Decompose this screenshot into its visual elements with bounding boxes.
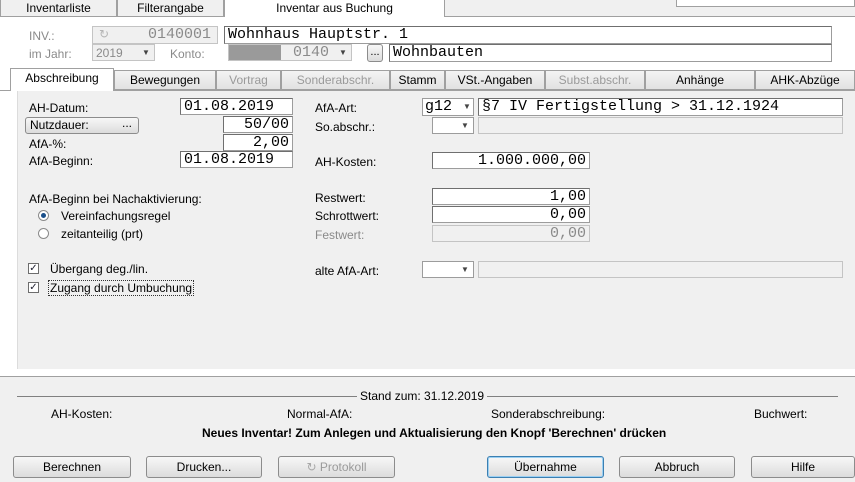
ah-datum-field[interactable]: 01.08.2019 [180,98,293,115]
chevron-down-icon: ▼ [461,121,469,130]
protokoll-label: Protokoll [319,460,367,474]
radio-zeitanteilig-label: zeitanteilig (prt) [61,227,144,241]
tab-filterangabe[interactable]: Filterangabe [117,0,224,17]
konto-select[interactable]: 0140 ▼ [228,44,352,61]
konto-name: Wohnbauten [393,44,484,61]
nachaktivierung-label: AfA-Beginn bei Nachaktivierung: [29,192,202,206]
chevron-down-icon: ▼ [461,265,469,274]
year-label: im Jahr: [29,47,72,61]
festwert-field: 0,00 [432,225,590,242]
summary-buchwert-label: Buchwert: [754,407,808,421]
berechnen-button[interactable]: Berechnen [13,456,131,478]
year-select[interactable]: 2019 ▼ [92,44,155,61]
year-value: 2019 [96,46,123,60]
so-abschr-select[interactable]: ▼ [432,117,474,134]
checkmark-icon: ✓ [29,263,38,274]
afa-beginn-field[interactable]: 01.08.2019 [180,151,293,168]
stand-label: Stand zum: 31.12.2019 [357,389,488,403]
schrottwert-label: Schrottwert: [315,209,380,223]
nutzdauer: 50/00 [243,116,289,133]
chevron-down-icon: ▼ [463,102,471,111]
festwert: 0,00 [549,225,586,242]
refresh-icon: ↻ [99,27,110,41]
konto-color-bar [229,45,281,60]
afa-pct: 2,00 [252,134,289,151]
checkbox-uebergang[interactable]: ✓ [28,263,39,274]
afa-beginn-label: AfA-Beginn: [29,154,94,168]
nutzdauer-button-dots: ... [121,116,132,130]
chevron-down-icon: ▼ [339,48,347,57]
tab-ahk-abzuege[interactable]: AHK-Abzüge [755,70,855,90]
restwert-label: Restwert: [315,191,366,205]
ah-datum-label: AH-Datum: [29,101,89,115]
afa-art-label: AfA-Art: [315,101,358,115]
tab-abschreibung[interactable]: Abschreibung [10,68,114,91]
afa-art-value: g12 [425,98,453,115]
konto-label: Konto: [170,47,205,61]
tab-bewegungen[interactable]: Bewegungen [114,70,216,90]
checkbox-uebergang-label: Übergang deg./lin. [50,262,149,276]
inv-label: INV.: [29,29,55,43]
inv-number: 0140001 [147,26,211,43]
ah-datum: 01.08.2019 [184,98,275,115]
summary-normal-afa-label: Normal-AfA: [287,407,353,421]
inv-number-field: ↻ 0140001 [92,26,218,44]
restwert-field[interactable]: 1,00 [432,188,590,205]
tab-stamm[interactable]: Stamm [390,70,445,90]
abbruch-button[interactable]: Abbruch [619,456,735,478]
afa-art-select[interactable]: g12 ▼ [422,98,474,116]
radio-vereinfachungsregel-label: Vereinfachungsregel [61,209,171,223]
radio-vereinfachungsregel[interactable] [38,210,49,221]
afa-art-desc: §7 IV Fertigstellung > 31.12.1924 [482,98,780,115]
alte-afa-art-desc-field [478,261,843,278]
tab-anhaenge[interactable]: Anhänge [645,70,755,90]
status-message: Neues Inventar! Zum Anlegen und Aktualis… [202,426,667,440]
alte-afa-art-label: alte AfA-Art: [315,264,380,278]
radio-zeitanteilig[interactable] [38,228,49,239]
konto-browse-button[interactable]: ... [367,44,383,62]
afa-beginn: 01.08.2019 [184,151,275,168]
hilfe-button[interactable]: Hilfe [751,456,855,478]
uebernahme-button[interactable]: Übernahme [487,456,604,478]
inv-name-field[interactable]: Wohnhaus Hauptstr. 1 [224,26,832,44]
checkmark-icon: ✓ [29,282,38,293]
konto-value: 0140 [293,44,330,61]
so-abschr-desc-field [478,117,843,134]
ah-kosten-field[interactable]: 1.000.000,00 [432,152,590,169]
protokoll-button[interactable]: ↻ Protokoll [278,456,395,478]
refresh-icon: ↻ [306,460,317,474]
afa-pct-label: AfA-%: [29,137,67,151]
ah-kosten-label: AH-Kosten: [315,155,377,169]
afa-art-desc-field: §7 IV Fertigstellung > 31.12.1924 [478,98,843,116]
ah-kosten: 1.000.000,00 [477,152,586,169]
schrottwert: 0,00 [549,206,586,223]
tab-vst-angaben[interactable]: VSt.-Angaben [445,70,545,90]
so-abschr-label: So.abschr.: [315,120,376,134]
festwert-label: Festwert: [315,228,365,242]
inv-name: Wohnhaus Hauptstr. 1 [228,26,409,43]
nutzdauer-button[interactable]: Nutzdauer: ... [25,116,139,134]
chevron-down-icon: ▼ [142,48,150,57]
tab-sonderabschr[interactable]: Sonderabschr. [281,70,390,90]
alte-afa-art-select[interactable]: ▼ [422,261,474,278]
afa-pct-field[interactable]: 2,00 [223,134,293,151]
checkbox-zugang-umbuchung[interactable]: ✓ [28,282,39,293]
tab-vortrag[interactable]: Vortrag [216,70,281,90]
summary-sonderabschreibung-label: Sonderabschreibung: [491,407,606,421]
tab-inventar-aus-buchung[interactable]: Inventar aus Buchung [224,0,445,18]
checkbox-zugang-umbuchung-label: Zugang durch Umbuchung [48,280,195,296]
top-right-field [676,0,855,7]
tab-inventarliste[interactable]: Inventarliste [0,0,117,17]
nutzdauer-button-label: Nutzdauer: [30,118,89,132]
tab-subst-abschr[interactable]: Subst.abschr. [545,70,645,90]
schrottwert-field[interactable]: 0,00 [432,206,590,223]
konto-name-field: Wohnbauten [389,44,832,62]
summary-ah-kosten-label: AH-Kosten: [51,407,113,421]
drucken-button[interactable]: Drucken... [146,456,262,478]
nutzdauer-field[interactable]: 50/00 [223,116,293,133]
restwert: 1,00 [549,188,586,205]
